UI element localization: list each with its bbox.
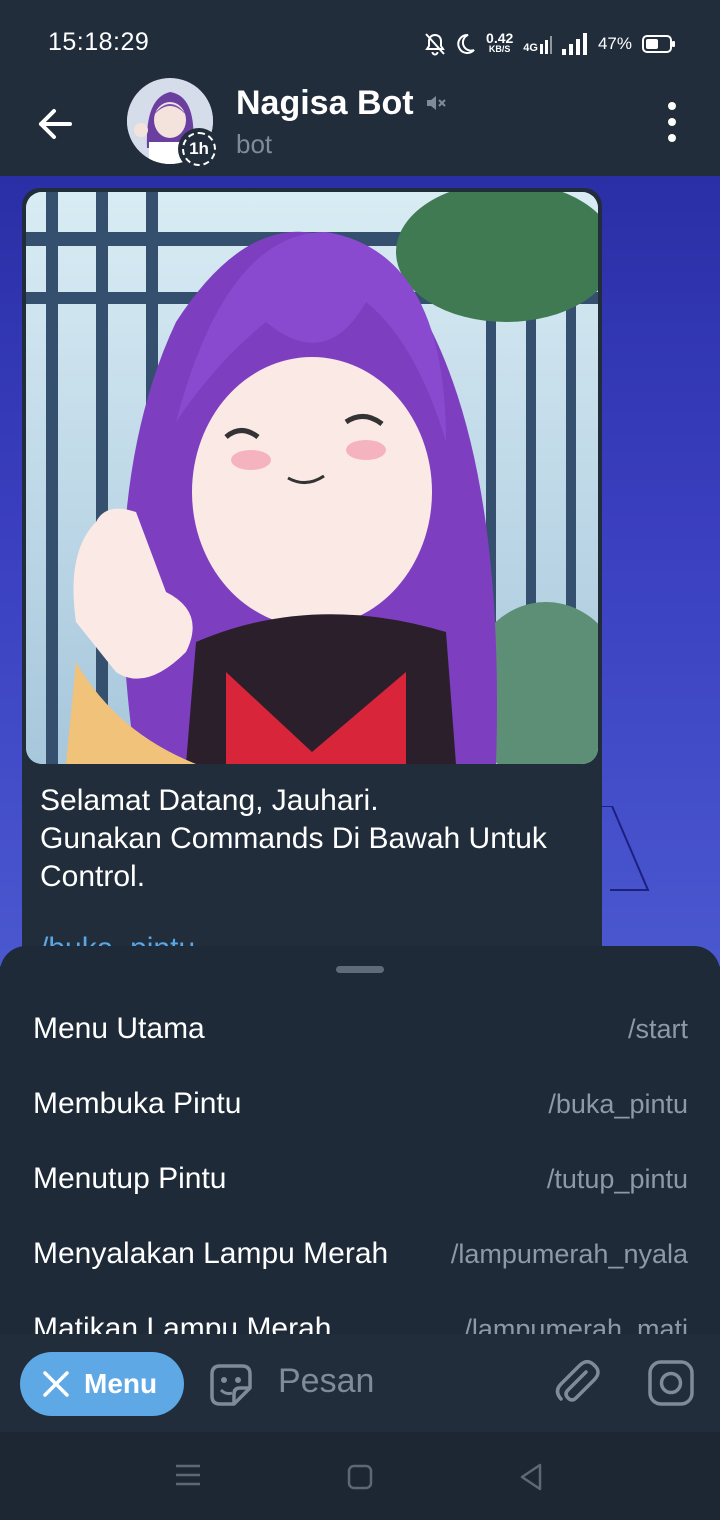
command-row-lampumerah-mati[interactable]: Matikan Lampu Merah /lampumerah_mati (0, 1292, 720, 1334)
battery-icon (642, 35, 675, 53)
command-row-buka-pintu[interactable]: Membuka Pintu /buka_pintu (0, 1067, 720, 1142)
back-button[interactable] (36, 104, 76, 144)
chat-subtitle: bot (236, 129, 273, 159)
command-name: Membuka Pintu (33, 1087, 242, 1120)
camera-button[interactable] (646, 1358, 696, 1413)
command-name: Menyalakan Lampu Merah (33, 1237, 389, 1270)
more-options-button[interactable] (658, 102, 686, 142)
message-input-bar: Menu Pesan (0, 1334, 720, 1432)
anime-girl-image (26, 192, 598, 764)
home-button[interactable] (347, 1464, 373, 1495)
notifications-off-icon (425, 33, 445, 56)
message-input[interactable]: Pesan (278, 1362, 374, 1401)
battery-percent: 47% (597, 34, 632, 53)
do-not-disturb-moon-icon (457, 33, 475, 54)
command-name: Menutup Pintu (33, 1162, 227, 1195)
command-name: Matikan Lampu Merah (33, 1312, 332, 1334)
command-code: /lampumerah_mati (464, 1314, 688, 1334)
back-triangle-icon (520, 1463, 542, 1491)
instagram-camera-icon (648, 1360, 694, 1406)
command-row-lampumerah-nyala[interactable]: Menyalakan Lampu Merah /lampumerah_nyala (0, 1217, 720, 1292)
status-icons: 0.42 KB/S 4G 47% (424, 30, 676, 58)
story-badge: 1h (178, 128, 220, 170)
caption-line: Gunakan Commands Di Bawah Untuk (40, 822, 547, 855)
sticker-button[interactable] (206, 1360, 256, 1415)
network-speed-unit: KB/S (488, 44, 511, 54)
command-code: /tutup_pintu (546, 1164, 688, 1194)
bot-commands-sheet[interactable]: Menu Utama /start Membuka Pintu /buka_pi… (0, 946, 720, 1334)
caption-line: Control. (40, 860, 146, 893)
chat-title[interactable]: Nagisa Bot (236, 84, 414, 123)
back-arrow-icon (39, 109, 72, 139)
muted-speaker-icon (424, 92, 446, 119)
back-nav-button[interactable] (518, 1462, 544, 1497)
message-bubble[interactable]: Selamat Datang, Jauhari. Gunakan Command… (22, 188, 602, 968)
chat-header: 1h Nagisa Bot bot (0, 78, 720, 176)
recent-apps-button[interactable] (174, 1462, 202, 1493)
background-pattern (600, 806, 650, 891)
sticker-smile-icon (210, 1364, 252, 1406)
attach-button[interactable] (552, 1358, 600, 1413)
command-row-tutup-pintu[interactable]: Menutup Pintu /tutup_pintu (0, 1142, 720, 1217)
message-caption: Selamat Datang, Jauhari. Gunakan Command… (40, 782, 590, 896)
bot-menu-button[interactable]: Menu (20, 1352, 184, 1416)
command-code: /buka_pintu (548, 1089, 688, 1119)
menu-lines-icon (176, 1464, 200, 1486)
close-x-icon (43, 1371, 69, 1397)
network-type: 4G (523, 42, 538, 54)
sheet-drag-handle[interactable] (336, 966, 384, 973)
system-navigation-bar (0, 1432, 720, 1520)
status-bar: 15:18:29 0.42 KB/S 4G 47% (0, 0, 720, 84)
network-speed: 0.42 KB/S (486, 30, 514, 55)
message-photo[interactable] (26, 192, 598, 764)
story-badge-label: 1h (189, 139, 209, 158)
data-arrows-icon: 4G (523, 34, 552, 54)
caption-line: Selamat Datang, Jauhari. (40, 784, 379, 817)
command-name: Menu Utama (33, 1012, 205, 1045)
command-row-start[interactable]: Menu Utama /start (0, 992, 720, 1067)
signal-icon (561, 33, 587, 55)
home-square-icon (347, 1464, 373, 1490)
network-speed-value: 0.42 (486, 30, 514, 46)
command-code: /start (627, 1014, 688, 1044)
paperclip-icon (555, 1360, 600, 1402)
status-time: 15:18:29 (48, 28, 150, 56)
bot-menu-label: Menu (84, 1368, 158, 1399)
command-code: /lampumerah_nyala (450, 1239, 688, 1269)
more-vertical-icon (668, 102, 676, 110)
